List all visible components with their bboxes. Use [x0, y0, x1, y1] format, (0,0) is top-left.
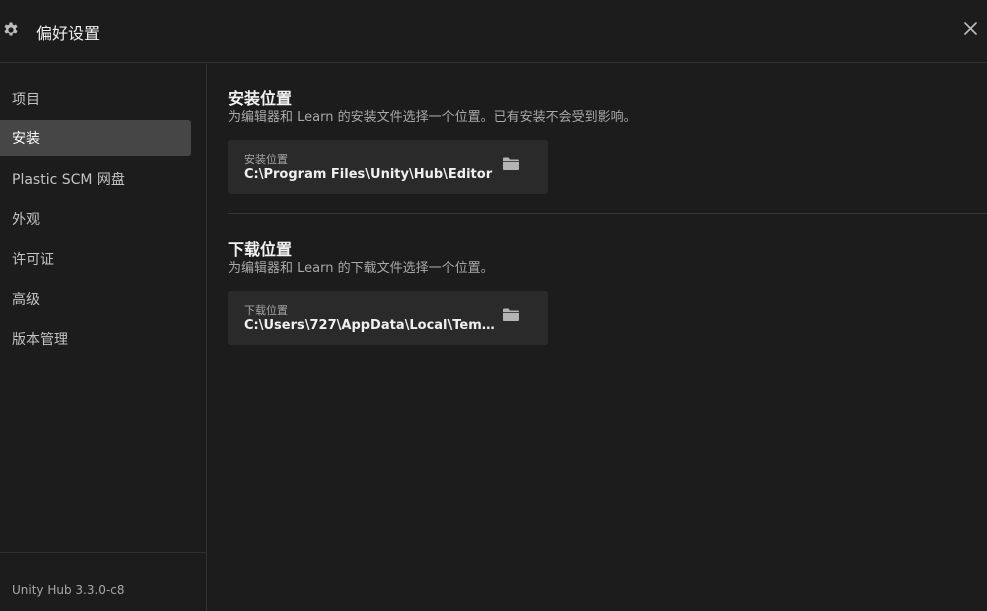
close-button[interactable]	[960, 18, 980, 38]
sidebar-item-version-control[interactable]: 版本管理	[0, 321, 191, 357]
download-location-path: C:\Users\727\AppData\Local\Temp\...	[244, 318, 500, 333]
install-location-field[interactable]: 安装位置 C:\Program Files\Unity\Hub\Editor	[228, 140, 548, 194]
download-location-field[interactable]: 下载位置 C:\Users\727\AppData\Local\Temp\...	[228, 291, 548, 345]
folder-icon[interactable]	[502, 307, 520, 323]
section-divider	[228, 213, 987, 214]
sidebar-item-licenses[interactable]: 许可证	[0, 241, 191, 277]
install-section-description: 为编辑器和 Learn 的安装文件选择一个位置。已有安装不会受到影响。	[228, 110, 637, 125]
sidebar-item-advanced[interactable]: 高级	[0, 281, 191, 317]
download-location-label: 下载位置	[244, 304, 288, 317]
sidebar-item-installs[interactable]: 安装	[0, 120, 191, 156]
install-location-path: C:\Program Files\Unity\Hub\Editor	[244, 167, 493, 182]
sidebar-item-label: 高级	[12, 292, 40, 308]
sidebar-item-label: 项目	[12, 92, 40, 108]
sidebar-item-appearance[interactable]: 外观	[0, 201, 191, 237]
sidebar: 项目 安装 Plastic SCM 网盘 外观 许可证 高级 版本管理 Unit…	[0, 64, 207, 611]
sidebar-divider	[0, 552, 207, 553]
title-bar: 偏好设置	[0, 0, 987, 63]
window-title: 偏好设置	[36, 24, 101, 43]
preferences-window: 偏好设置 项目 安装 Plastic SCM 网盘 外观 许可证 高级 版本管理	[0, 0, 987, 611]
sidebar-item-plastic-scm[interactable]: Plastic SCM 网盘	[0, 161, 191, 197]
install-location-label: 安装位置	[244, 153, 288, 166]
sidebar-item-label: 外观	[12, 212, 40, 228]
sidebar-item-projects[interactable]: 项目	[0, 81, 191, 117]
sidebar-item-label: 安装	[12, 131, 40, 147]
close-icon[interactable]	[963, 21, 977, 35]
download-section-description: 为编辑器和 Learn 的下载文件选择一个位置。	[228, 261, 494, 276]
folder-icon[interactable]	[502, 156, 520, 172]
sidebar-item-label: 版本管理	[12, 332, 68, 348]
gear-icon	[4, 22, 18, 36]
sidebar-item-label: Plastic SCM 网盘	[12, 172, 125, 188]
app-version: Unity Hub 3.3.0-c8	[12, 583, 125, 597]
sidebar-item-label: 许可证	[12, 252, 54, 268]
